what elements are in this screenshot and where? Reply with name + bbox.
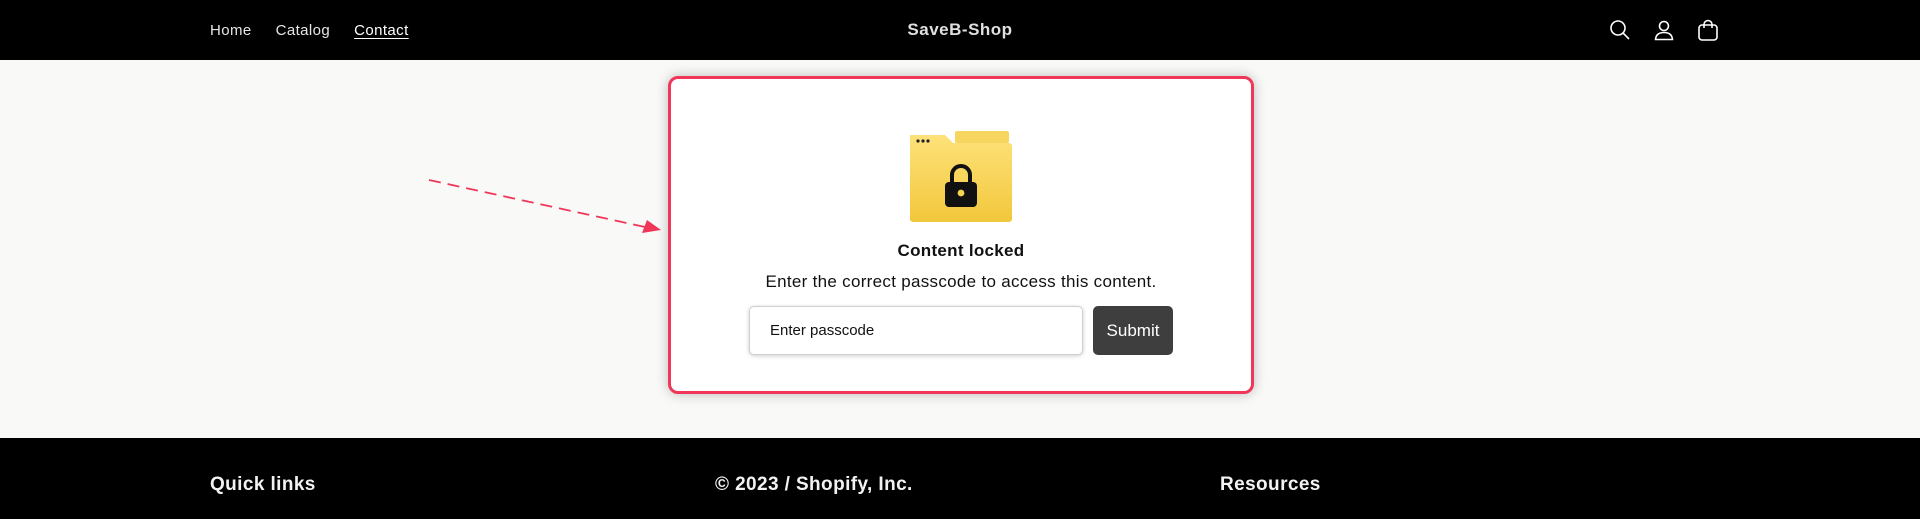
locked-folder-icon <box>910 131 1012 222</box>
passcode-input[interactable] <box>749 306 1083 355</box>
passcode-form: Submit <box>749 306 1173 355</box>
main-nav: Home Catalog Contact <box>210 0 409 60</box>
account-icon[interactable] <box>1652 18 1676 42</box>
cart-icon[interactable] <box>1696 18 1720 42</box>
footer-copyright: © 2023 / Shopify, Inc. <box>715 474 913 495</box>
submit-button[interactable]: Submit <box>1093 306 1173 355</box>
site-footer: Quick links © 2023 / Shopify, Inc. Resou… <box>0 438 1920 519</box>
nav-contact-link[interactable]: Contact <box>354 22 409 39</box>
content-locked-card: Content locked Enter the correct passcod… <box>668 76 1254 394</box>
nav-catalog-link[interactable]: Catalog <box>276 22 331 39</box>
content-locked-title: Content locked <box>897 241 1025 260</box>
nav-home-link[interactable]: Home <box>210 22 252 39</box>
footer-quick-links-heading: Quick links <box>210 474 316 495</box>
header-icons <box>1608 0 1720 60</box>
footer-resources-heading: Resources <box>1220 474 1321 495</box>
search-icon[interactable] <box>1608 18 1632 42</box>
annotation-arrow-icon <box>428 179 661 233</box>
content-locked-description: Enter the correct passcode to access thi… <box>765 272 1157 291</box>
site-header: Home Catalog Contact SaveB-Shop <box>0 0 1920 60</box>
